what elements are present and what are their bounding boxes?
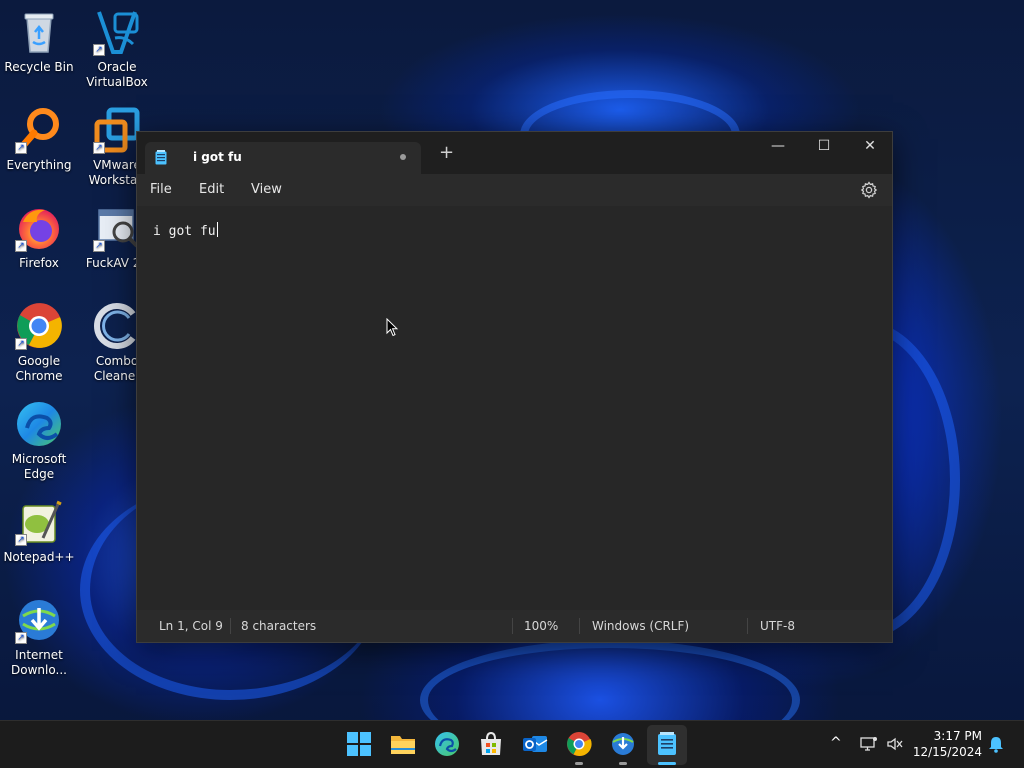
outlook-icon[interactable] <box>522 731 548 757</box>
status-cursor-position: Ln 1, Col 9 <box>159 619 223 633</box>
status-zoom[interactable]: 100% <box>524 619 558 633</box>
taskbar: ^ 3:17 PM 12/15/2024 <box>0 720 1024 768</box>
edge-browser-icon[interactable] <box>434 731 460 757</box>
start-windows-icon[interactable] <box>346 731 372 757</box>
status-encoding[interactable]: UTF-8 <box>760 619 795 633</box>
desktop-icon-firefox[interactable]: ↗ Firefox <box>1 204 77 271</box>
editor-content[interactable]: i got fu <box>153 222 218 239</box>
text-caret <box>216 222 218 237</box>
minimize-button[interactable]: — <box>755 132 801 162</box>
shortcut-arrow-icon: ↗ <box>15 632 27 644</box>
menu-view[interactable]: View <box>251 182 282 197</box>
running-indicator <box>575 762 583 765</box>
notification-bell-icon[interactable] <box>988 735 1004 753</box>
fuckav-icon: ↗ <box>93 204 141 252</box>
vmware-icon: ↗ <box>93 106 141 154</box>
chrome-icon: ↗ <box>15 302 63 350</box>
active-indicator <box>658 762 676 765</box>
desktop-icon-recycle-bin[interactable]: Recycle Bin <box>1 8 77 75</box>
shortcut-arrow-icon: ↗ <box>93 142 105 154</box>
desktop-icon-label: Firefox <box>19 256 59 270</box>
everything-search-icon: ↗ <box>15 106 63 154</box>
status-divider <box>230 618 231 634</box>
virtualbox-icon: ↗ <box>93 8 141 56</box>
desktop-icon-internet-download-manager[interactable]: ↗ Internet Downlo... <box>1 596 77 678</box>
download-manager-taskbar-icon[interactable] <box>610 731 636 757</box>
file-explorer-icon[interactable] <box>390 731 416 757</box>
menu-bar: File Edit View <box>137 174 892 206</box>
desktop-icon-label: Google Chrome <box>15 354 63 383</box>
download-manager-icon: ↗ <box>15 596 63 644</box>
tab-document[interactable]: i got fu <box>145 142 421 174</box>
close-button[interactable]: ✕ <box>847 132 893 162</box>
desktop-icon-label: Microsoft Edge <box>11 452 67 481</box>
shortcut-arrow-icon: ↗ <box>15 240 27 252</box>
tray-overflow-chevron-icon[interactable]: ^ <box>830 735 842 751</box>
title-bar[interactable]: i got fu + — ☐ ✕ <box>137 132 892 174</box>
desktop-icon-label: Recycle Bin <box>4 60 74 74</box>
menu-edit[interactable]: Edit <box>199 182 224 197</box>
running-indicator <box>619 762 627 765</box>
shortcut-arrow-icon: ↗ <box>15 338 27 350</box>
notepad-plus-plus-icon: ↗ <box>15 498 63 546</box>
desktop-icon-label: Everything <box>6 158 72 172</box>
notepad-window[interactable]: i got fu + — ☐ ✕ File Edit View i got fu… <box>136 131 893 643</box>
clock-date[interactable]: 12/15/2024 <box>912 745 982 759</box>
editor-text: i got fu <box>153 224 216 239</box>
desktop-icon-microsoft-edge[interactable]: Microsoft Edge <box>1 400 77 482</box>
status-character-count: 8 characters <box>241 619 317 633</box>
notepad-taskbar-icon[interactable] <box>654 731 680 757</box>
volume-muted-icon[interactable] <box>886 735 904 753</box>
shortcut-arrow-icon: ↗ <box>93 44 105 56</box>
microsoft-store-icon[interactable] <box>478 731 504 757</box>
text-editor[interactable]: i got fu <box>137 206 892 608</box>
maximize-button[interactable]: ☐ <box>801 132 847 162</box>
mouse-pointer-icon <box>386 317 399 337</box>
desktop-icon-notepad-plus-plus[interactable]: ↗ Notepad++ <box>1 498 77 565</box>
edge-icon <box>15 400 63 448</box>
desktop-icon-label: Oracle VirtualBox <box>86 60 148 89</box>
chrome-taskbar-icon[interactable] <box>566 731 592 757</box>
tab-title: i got fu <box>193 150 242 164</box>
desktop-icon-google-chrome[interactable]: ↗ Google Chrome <box>1 302 77 384</box>
shortcut-arrow-icon: ↗ <box>15 142 27 154</box>
menu-file[interactable]: File <box>150 182 172 197</box>
notepad-icon <box>155 150 167 165</box>
recycle-bin-icon <box>15 8 63 56</box>
clock-time[interactable]: 3:17 PM <box>912 729 982 743</box>
status-divider <box>512 618 513 634</box>
desktop-icon-everything[interactable]: ↗ Everything <box>1 106 77 173</box>
status-divider <box>747 618 748 634</box>
status-divider <box>579 618 580 634</box>
unsaved-indicator-icon[interactable] <box>400 154 406 160</box>
shortcut-arrow-icon: ↗ <box>15 534 27 546</box>
shortcut-arrow-icon: ↗ <box>93 240 105 252</box>
status-bar: Ln 1, Col 9 8 characters 100% Windows (C… <box>137 610 892 642</box>
desktop-icon-oracle-virtualbox[interactable]: ↗ Oracle VirtualBox <box>79 8 155 90</box>
settings-gear-icon[interactable] <box>860 181 878 199</box>
status-line-ending[interactable]: Windows (CRLF) <box>592 619 689 633</box>
firefox-icon: ↗ <box>15 204 63 252</box>
network-icon[interactable] <box>860 735 878 753</box>
new-tab-button[interactable]: + <box>439 144 454 162</box>
desktop-icon-label: Notepad++ <box>3 550 75 564</box>
combo-cleaner-icon <box>93 302 141 350</box>
desktop-icon-label: Internet Downlo... <box>11 648 67 677</box>
